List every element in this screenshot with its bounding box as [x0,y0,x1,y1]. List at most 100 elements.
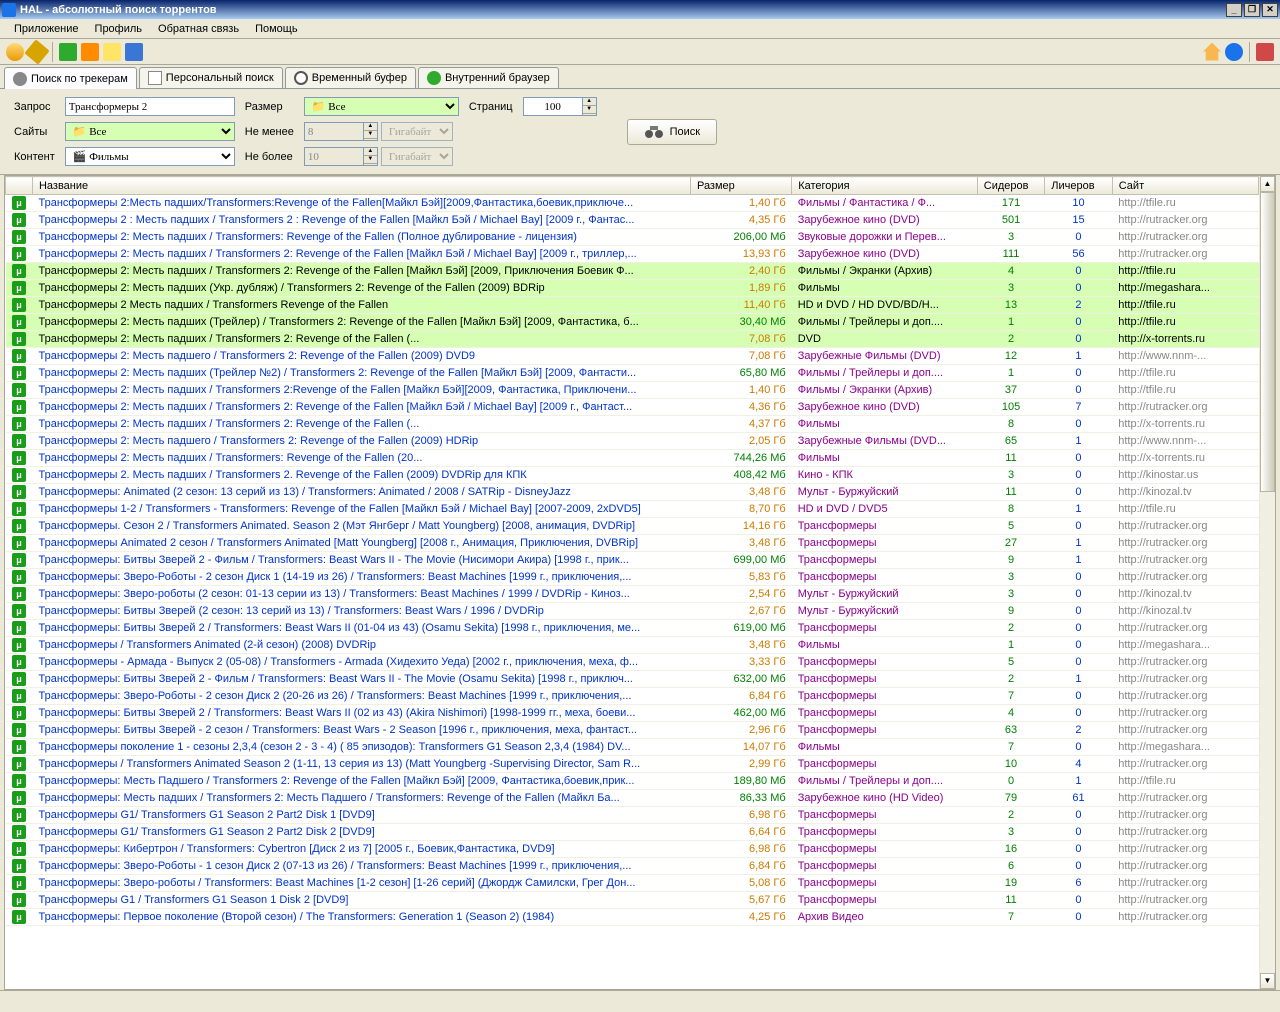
table-row[interactable]: μТрансформеры / Transformers Animated Se… [6,756,1259,773]
table-row[interactable]: μТрансформеры: Битвы Зверей - 2 сезон / … [6,722,1259,739]
table-row[interactable]: μТрансформеры: Animated (2 сезон: 13 сер… [6,484,1259,501]
table-row[interactable]: μТрансформеры 2: Месть падших (Укр. дубл… [6,280,1259,297]
table-row[interactable]: μТрансформеры поколение 1 - сезоны 2,3,4… [6,739,1259,756]
info-icon[interactable] [1225,43,1243,61]
torrent-title-link[interactable]: Трансформеры: Зверо-роботы (2 сезон: 01-… [38,588,629,600]
torrent-title-link[interactable]: Трансформеры 2. Месть падших / Transform… [38,469,526,481]
torrent-title-link[interactable]: Трансформеры: Битвы Зверей 2 - Фильм / T… [38,673,632,685]
home-icon[interactable] [1203,43,1221,61]
table-row[interactable]: μТрансформеры: Первое поколение (Второй … [6,909,1259,926]
torrent-title-link[interactable]: Трансформеры поколение 1 - сезоны 2,3,4 … [38,741,630,753]
torrent-title-link[interactable]: Трансформеры / Transformers Animated (2-… [38,639,375,651]
table-row[interactable]: μТрансформеры: Месть Падшего / Transform… [6,773,1259,790]
table-row[interactable]: μТрансформеры 2: Месть падшего / Transfo… [6,348,1259,365]
table-row[interactable]: μТрансформеры 2: Месть падших (Трейлер №… [6,365,1259,382]
table-row[interactable]: μТрансформеры G1/ Transformers G1 Season… [6,807,1259,824]
menu-feedback[interactable]: Обратная связь [150,21,247,37]
torrent-title-link[interactable]: Трансформеры 2: Месть падших / Transform… [38,401,632,413]
size-select[interactable]: 📁 Все [304,97,459,116]
vertical-scrollbar[interactable]: ▲ ▼ [1259,176,1275,989]
exit-icon[interactable] [1256,43,1274,61]
torrent-title-link[interactable]: Трансформеры 2:Месть падших/Transformers… [38,197,633,209]
table-row[interactable]: μТрансформеры 2: Месть падших / Transfor… [6,246,1259,263]
table-row[interactable]: μТрансформеры 1-2 / Transformers - Trans… [6,501,1259,518]
green-icon[interactable] [59,43,77,61]
table-row[interactable]: μТрансформеры 2: Месть падших / Transfor… [6,416,1259,433]
table-row[interactable]: μТрансформеры: Зверо-Роботы - 2 сезон Ди… [6,688,1259,705]
col-name[interactable]: Название [32,177,690,195]
minimize-button[interactable]: _ [1226,3,1242,17]
torrent-title-link[interactable]: Трансформеры G1/ Transformers G1 Season … [38,826,374,838]
torrent-title-link[interactable]: Трансформеры 2: Месть падших (Трейлер №2… [38,367,636,379]
torrent-title-link[interactable]: Трансформеры 2: Месть падших / Transform… [38,452,422,464]
table-row[interactable]: μТрансформеры: Месть падших / Transforme… [6,790,1259,807]
blue-icon[interactable] [125,43,143,61]
table-row[interactable]: μТрансформеры / Transformers Animated (2… [6,637,1259,654]
torrent-title-link[interactable]: Трансформеры 2: Месть падших / Transform… [38,248,636,260]
torrent-title-link[interactable]: Трансформеры: Месть Падшего / Transforme… [38,775,634,787]
table-row[interactable]: μТрансформеры G1/ Transformers G1 Season… [6,824,1259,841]
torrent-title-link[interactable]: Трансформеры. Сезон 2 / Transformers Ani… [38,520,635,532]
torrent-title-link[interactable]: Трансформеры: Битвы Зверей (2 сезон: 13 … [38,605,543,617]
pages-spinner[interactable]: ▲▼ [523,97,597,116]
table-row[interactable]: μТрансформеры: Битвы Зверей 2 / Transfor… [6,620,1259,637]
table-row[interactable]: μТрансформеры G1 / Transformers G1 Seaso… [6,892,1259,909]
col-leechers[interactable]: Личеров [1045,177,1112,195]
torrent-title-link[interactable]: Трансформеры: Зверо-Роботы - 2 сезон Дис… [38,571,631,583]
table-row[interactable]: μТрансформеры 2: Месть падшего / Transfo… [6,433,1259,450]
torrent-title-link[interactable]: Трансформеры: Битвы Зверей 2 - Фильм / T… [38,554,628,566]
torrent-title-link[interactable]: Трансформеры: Битвы Зверей - 2 сезон / T… [38,724,637,736]
table-row[interactable]: μТрансформеры - Армада - Выпуск 2 (05-08… [6,654,1259,671]
table-row[interactable]: μТрансформеры: Битвы Зверей (2 сезон: 13… [6,603,1259,620]
col-category[interactable]: Категория [792,177,978,195]
torrent-title-link[interactable]: Трансформеры - Армада - Выпуск 2 (05-08)… [38,656,638,668]
tab-temp-buffer[interactable]: Временный буфер [285,67,416,88]
col-size[interactable]: Размер [690,177,791,195]
table-row[interactable]: μТрансформеры 2 : Месть падших / Transfo… [6,212,1259,229]
table-row[interactable]: μТрансформеры 2: Месть падших / Transfor… [6,399,1259,416]
table-row[interactable]: μТрансформеры 2. Месть падших / Transfor… [6,467,1259,484]
torrent-title-link[interactable]: Трансформеры 2: Месть падших / Transform… [38,265,633,277]
close-button[interactable]: ✕ [1262,3,1278,17]
table-row[interactable]: μТрансформеры 2: Месть падших / Transfor… [6,382,1259,399]
torrent-title-link[interactable]: Трансформеры: Зверо-Роботы - 2 сезон Дис… [38,690,631,702]
table-row[interactable]: μТрансформеры 2: Месть падших / Transfor… [6,229,1259,246]
yellow-icon[interactable] [103,43,121,61]
query-input[interactable] [65,97,235,116]
col-site[interactable]: Сайт [1112,177,1258,195]
torrent-title-link[interactable]: Трансформеры 2: Месть падших / Transform… [38,384,636,396]
torrent-title-link[interactable]: Трансформеры 2 Месть падших / Transforme… [38,299,388,311]
tab-tracker-search[interactable]: Поиск по трекерам [4,67,137,89]
menu-app[interactable]: Приложение [6,21,87,37]
table-row[interactable]: μТрансформеры: Битвы Зверей 2 / Transfor… [6,705,1259,722]
torrent-title-link[interactable]: Трансформеры Animated 2 сезон / Transfor… [38,537,638,549]
torrent-title-link[interactable]: Трансформеры / Transformers Animated Sea… [38,758,640,770]
torrent-title-link[interactable]: Трансформеры 2: Месть падших / Transform… [38,333,419,345]
sites-select[interactable]: 📁 Все [65,122,235,141]
scroll-down-button[interactable]: ▼ [1260,973,1275,989]
table-row[interactable]: μТрансформеры 2: Месть падших / Transfor… [6,331,1259,348]
torrent-title-link[interactable]: Трансформеры: Месть падших / Transformer… [38,792,619,804]
tab-personal-search[interactable]: Персональный поиск [139,67,283,88]
table-row[interactable]: μТрансформеры: Битвы Зверей 2 - Фильм / … [6,552,1259,569]
torrent-title-link[interactable]: Трансформеры G1/ Transformers G1 Season … [38,809,374,821]
table-row[interactable]: μТрансформеры: Зверо-Роботы - 2 сезон Ди… [6,569,1259,586]
scroll-up-button[interactable]: ▲ [1260,176,1275,192]
torrent-title-link[interactable]: Трансформеры: Зверо-Роботы - 1 сезон Дис… [38,860,631,872]
torrent-title-link[interactable]: Трансформеры: Кибертрон / Transformers: … [38,843,554,855]
torrent-title-link[interactable]: Трансформеры 2: Месть падших / Transform… [38,231,576,243]
torrent-title-link[interactable]: Трансформеры 2: Месть падших / Transform… [38,418,419,430]
table-row[interactable]: μТрансформеры 2: Месть падших / Transfor… [6,263,1259,280]
torrent-title-link[interactable]: Трансформеры: Animated (2 сезон: 13 сери… [38,486,570,498]
table-row[interactable]: μТрансформеры 2: Месть падших / Transfor… [6,450,1259,467]
table-row[interactable]: μТрансформеры: Зверо-роботы / Transforme… [6,875,1259,892]
table-row[interactable]: μТрансформеры: Кибертрон / Transformers:… [6,841,1259,858]
orange-icon[interactable] [81,43,99,61]
tab-internal-browser[interactable]: Внутренний браузер [418,67,559,88]
content-select[interactable]: 🎬 Фильмы [65,147,235,166]
torrent-title-link[interactable]: Трансформеры 1-2 / Transformers - Transf… [38,503,640,515]
table-row[interactable]: μТрансформеры 2: Месть падших (Трейлер) … [6,314,1259,331]
torrent-title-link[interactable]: Трансформеры 2: Месть падших (Укр. дубля… [38,282,544,294]
col-icon[interactable] [6,177,33,195]
menu-profile[interactable]: Профиль [87,21,151,37]
